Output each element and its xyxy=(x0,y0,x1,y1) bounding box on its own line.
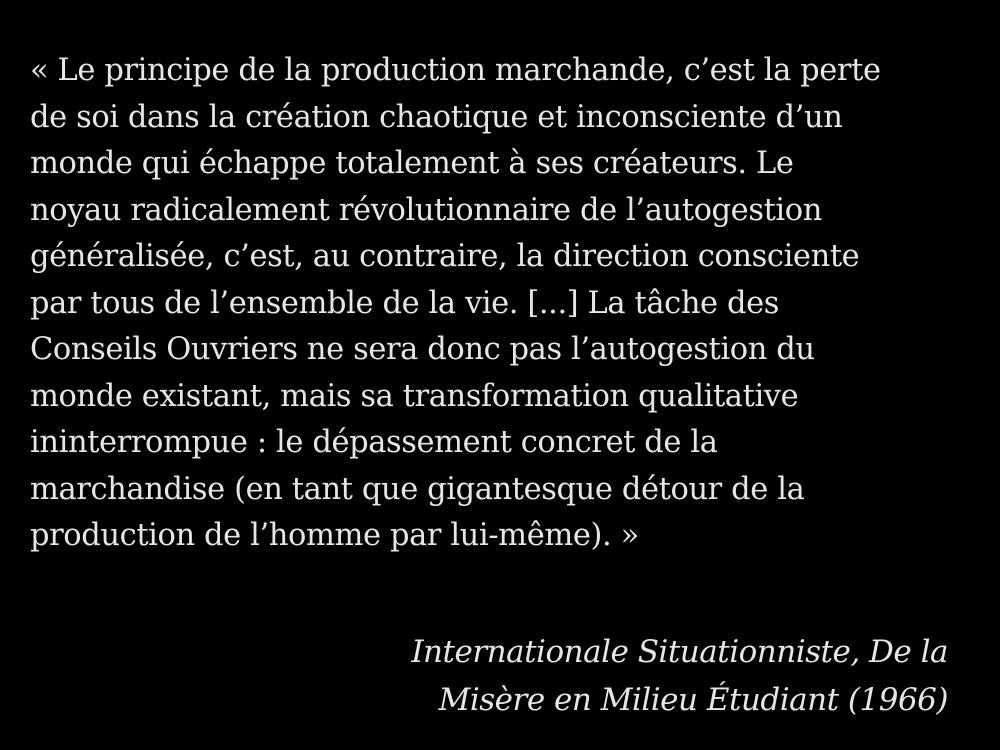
quote-line: monde qui échappe totalement à ses créat… xyxy=(30,146,794,181)
quote-line: monde existant, mais sa transformation q… xyxy=(30,378,799,414)
quote-line: de soi dans la création chaotique et inc… xyxy=(30,99,843,135)
quote-line: marchandise (en tant que gigantesque dét… xyxy=(30,471,805,507)
quote-line: noyau radicalement révolutionnaire de l’… xyxy=(30,192,822,228)
quote-line: « Le principe de la production marchande… xyxy=(30,53,881,88)
attribution-line: Internationale Situationniste, De la xyxy=(411,634,948,670)
quote-text: « Le principe de la production marchande… xyxy=(30,48,980,560)
attribution-line: Misère en Milieu Étudiant (1966) xyxy=(438,682,949,718)
quote-line: Conseils Ouvriers ne sera donc pas l’aut… xyxy=(30,332,815,367)
attribution-text: Internationale Situationniste, De la Mis… xyxy=(411,628,948,724)
quote-slide: « Le principe de la production marchande… xyxy=(0,0,1000,750)
quote-line: généralisée, c’est, au contraire, la dir… xyxy=(30,239,860,274)
quote-line: production de l’homme par lui-même). » xyxy=(30,518,639,553)
quote-line: par tous de l’ensemble de la vie. [...] … xyxy=(30,285,780,321)
quote-line: ininterrompue : le dépassement concret d… xyxy=(30,425,718,460)
